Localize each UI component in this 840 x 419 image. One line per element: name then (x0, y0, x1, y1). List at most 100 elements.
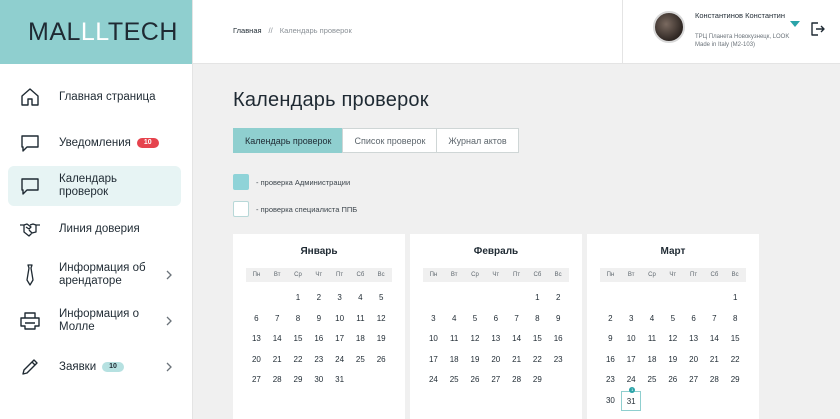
calendar-day[interactable]: 10 (621, 329, 642, 350)
tab-journal[interactable]: Журнал актов (436, 128, 519, 153)
sidebar-item-calendar[interactable]: Календарь проверок (8, 166, 181, 206)
calendar-day[interactable]: 12 (465, 329, 486, 350)
sidebar-item-trust-line[interactable]: Линия доверия (8, 206, 181, 252)
calendar-day[interactable]: 22 (725, 350, 746, 371)
calendar-day[interactable]: 19 (465, 350, 486, 371)
calendar-day[interactable]: 11 (642, 329, 663, 350)
calendar-day[interactable]: 2 (308, 288, 329, 309)
calendar-day[interactable]: 23 (308, 350, 329, 371)
calendar-day[interactable]: 23 (548, 350, 569, 371)
calendar-day[interactable]: 1 (527, 288, 548, 309)
calendar-day[interactable]: 15 (527, 329, 548, 350)
calendar-day[interactable]: 24 (423, 370, 444, 391)
calendar-day[interactable]: 16 (308, 329, 329, 350)
calendar-day[interactable]: 9 (548, 309, 569, 330)
calendar-day[interactable]: 7 (704, 309, 725, 330)
calendar-day[interactable]: 17 (621, 350, 642, 371)
logo[interactable]: MALLLTECH (28, 18, 178, 47)
calendar-day[interactable]: 5 (465, 309, 486, 330)
calendar-day[interactable]: 10 (423, 329, 444, 350)
tab-calendar[interactable]: Календарь проверок (233, 128, 344, 153)
calendar-day[interactable]: 6 (246, 309, 267, 330)
calendar-day[interactable]: 26 (662, 370, 683, 391)
calendar-day[interactable]: 16 (548, 329, 569, 350)
calendar-day[interactable]: 14 (704, 329, 725, 350)
calendar-day[interactable]: 27 (683, 370, 704, 391)
calendar-day[interactable]: 9 (308, 309, 329, 330)
avatar[interactable] (653, 11, 685, 43)
sidebar-item-notifications[interactable]: Уведомления 10 (8, 120, 181, 166)
calendar-day[interactable]: 6 (683, 309, 704, 330)
tab-list[interactable]: Список проверок (342, 128, 438, 153)
calendar-day[interactable]: 17 (329, 329, 350, 350)
calendar-day[interactable]: 5 (662, 309, 683, 330)
calendar-day[interactable]: 18 (444, 350, 465, 371)
calendar-day[interactable]: 20 (683, 350, 704, 371)
calendar-day[interactable]: 3 (329, 288, 350, 309)
calendar-day[interactable]: 7 (506, 309, 527, 330)
calendar-day[interactable]: 21 (704, 350, 725, 371)
calendar-day[interactable]: 27 (485, 370, 506, 391)
calendar-day[interactable]: 13 (683, 329, 704, 350)
calendar-day[interactable]: 29 (725, 370, 746, 391)
calendar-day[interactable]: 26 (371, 350, 392, 371)
calendar-day[interactable]: 8 (288, 309, 309, 330)
calendar-day[interactable]: 22 (288, 350, 309, 371)
calendar-day[interactable]: 4 (350, 288, 371, 309)
calendar-day[interactable]: 19 (662, 350, 683, 371)
calendar-day[interactable]: 4 (642, 309, 663, 330)
calendar-day[interactable]: 27 (246, 370, 267, 391)
calendar-day[interactable]: 15 (725, 329, 746, 350)
calendar-day[interactable]: 21 (267, 350, 288, 371)
calendar-day[interactable]: 3 (423, 309, 444, 330)
calendar-day[interactable]: 20 (485, 350, 506, 371)
calendar-day[interactable]: 16 (600, 350, 621, 371)
user-menu[interactable]: Константинов Константин ТРЦ Планета Ново… (622, 0, 840, 64)
calendar-day[interactable]: 25 (444, 370, 465, 391)
calendar-day[interactable]: 24 (329, 350, 350, 371)
calendar-day[interactable]: 13 (246, 329, 267, 350)
calendar-day-selected[interactable]: 31 1 (621, 386, 642, 411)
calendar-day[interactable]: 22 (527, 350, 548, 371)
calendar-day[interactable]: 28 (506, 370, 527, 391)
calendar-day[interactable]: 14 (506, 329, 527, 350)
calendar-day[interactable]: 29 (527, 370, 548, 391)
sidebar-item-mall-info[interactable]: Информация о Молле (8, 298, 181, 344)
calendar-day[interactable]: 10 (329, 309, 350, 330)
calendar-day[interactable]: 12 (662, 329, 683, 350)
sidebar-item-tenant-info[interactable]: Информация об арендаторе (8, 252, 181, 298)
calendar-day[interactable]: 5 (371, 288, 392, 309)
calendar-day[interactable]: 2 (548, 288, 569, 309)
sidebar-item-home[interactable]: Главная страница (8, 74, 181, 120)
calendar-day[interactable]: 20 (246, 350, 267, 371)
breadcrumb-home-link[interactable]: Главная (233, 26, 262, 35)
calendar-day[interactable]: 4 (444, 309, 465, 330)
calendar-day[interactable]: 1 (725, 288, 746, 309)
calendar-day[interactable]: 25 (642, 370, 663, 391)
calendar-day[interactable]: 19 (371, 329, 392, 350)
calendar-day[interactable]: 30 (308, 370, 329, 391)
calendar-day[interactable]: 18 (350, 329, 371, 350)
calendar-day[interactable]: 31 (329, 370, 350, 391)
calendar-day[interactable]: 14 (267, 329, 288, 350)
calendar-day[interactable]: 11 (350, 309, 371, 330)
calendar-day[interactable]: 1 (288, 288, 309, 309)
calendar-day[interactable]: 26 (465, 370, 486, 391)
calendar-day[interactable]: 11 (444, 329, 465, 350)
calendar-day[interactable]: 29 (288, 370, 309, 391)
calendar-day[interactable]: 2 (600, 309, 621, 330)
calendar-day[interactable]: 9 (600, 329, 621, 350)
calendar-day[interactable]: 13 (485, 329, 506, 350)
sidebar-item-requests[interactable]: Заявки 10 (8, 344, 181, 390)
caret-down-icon[interactable] (790, 21, 800, 27)
calendar-day[interactable]: 8 (725, 309, 746, 330)
calendar-day[interactable]: 12 (371, 309, 392, 330)
calendar-day[interactable]: 8 (527, 309, 548, 330)
calendar-day[interactable]: 15 (288, 329, 309, 350)
logout-icon[interactable] (809, 21, 825, 37)
calendar-day[interactable]: 30 (600, 391, 621, 412)
calendar-day[interactable]: 6 (485, 309, 506, 330)
calendar-day[interactable]: 18 (642, 350, 663, 371)
calendar-day[interactable]: 3 (621, 309, 642, 330)
calendar-day[interactable]: 25 (350, 350, 371, 371)
